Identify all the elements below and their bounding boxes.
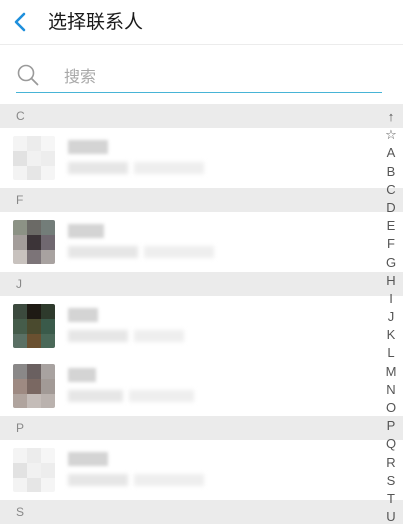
contact-detail-redacted — [134, 474, 204, 486]
contact-detail-redacted — [144, 246, 214, 258]
contact-name-redacted — [68, 368, 96, 382]
top-bar: 选择联系人 — [0, 0, 403, 44]
index-letter[interactable]: B — [379, 163, 403, 181]
index-letter[interactable]: F — [379, 235, 403, 253]
contact-row[interactable] — [0, 296, 403, 356]
index-letter[interactable]: E — [379, 217, 403, 235]
avatar — [13, 448, 55, 492]
contact-detail-redacted — [134, 162, 204, 174]
contact-detail-redacted — [68, 162, 128, 174]
index-letter[interactable]: P — [379, 417, 403, 435]
avatar — [13, 136, 55, 180]
index-letter[interactable]: A — [379, 144, 403, 162]
contact-detail-redacted — [68, 390, 123, 402]
index-letter[interactable]: H — [379, 272, 403, 290]
contact-row[interactable] — [0, 212, 403, 272]
section-header: C — [0, 104, 403, 128]
index-letter[interactable]: M — [379, 363, 403, 381]
index-letter[interactable]: O — [379, 399, 403, 417]
section-header: J — [0, 272, 403, 296]
index-letter[interactable]: ☆ — [379, 126, 403, 144]
search-bar[interactable] — [16, 60, 382, 93]
avatar — [13, 304, 55, 348]
header-divider — [0, 44, 403, 45]
contact-name-redacted — [68, 224, 104, 238]
index-letter[interactable]: T — [379, 490, 403, 508]
alphabet-index-bar[interactable]: ↑ ☆ A B C D E F G H I J K L M N O P Q R S T U — [379, 108, 403, 526]
index-letter[interactable]: N — [379, 381, 403, 399]
avatar — [13, 364, 55, 408]
contact-detail-redacted — [68, 246, 138, 258]
index-letter[interactable]: R — [379, 454, 403, 472]
index-letter[interactable]: ↑ — [379, 108, 403, 126]
contact-name-redacted — [68, 140, 108, 154]
index-letter[interactable]: L — [379, 344, 403, 362]
contact-row[interactable] — [0, 440, 403, 500]
search-icon — [17, 64, 39, 86]
contact-name-redacted — [68, 308, 98, 322]
avatar — [13, 220, 55, 264]
contact-list: CFJPS — [0, 104, 403, 524]
index-letter[interactable]: K — [379, 326, 403, 344]
contact-detail-redacted — [68, 474, 128, 486]
index-letter[interactable]: S — [379, 472, 403, 490]
contact-detail-redacted — [134, 330, 184, 342]
back-button[interactable] — [10, 9, 34, 35]
search-input[interactable] — [64, 64, 364, 88]
contact-row[interactable] — [0, 128, 403, 188]
section-header: F — [0, 188, 403, 212]
page-title: 选择联系人 — [48, 11, 144, 33]
contact-name-redacted — [68, 452, 108, 466]
chevron-left-icon — [14, 12, 26, 32]
index-letter[interactable]: I — [379, 290, 403, 308]
index-letter[interactable]: G — [379, 254, 403, 272]
contact-detail-redacted — [129, 390, 194, 402]
section-header: P — [0, 416, 403, 440]
index-letter[interactable]: U — [379, 508, 403, 526]
index-letter[interactable]: Q — [379, 435, 403, 453]
contact-detail-redacted — [68, 330, 128, 342]
index-letter[interactable]: D — [379, 199, 403, 217]
index-letter[interactable]: J — [379, 308, 403, 326]
contact-row[interactable] — [0, 356, 403, 416]
section-header: S — [0, 500, 403, 524]
index-letter[interactable]: C — [379, 181, 403, 199]
